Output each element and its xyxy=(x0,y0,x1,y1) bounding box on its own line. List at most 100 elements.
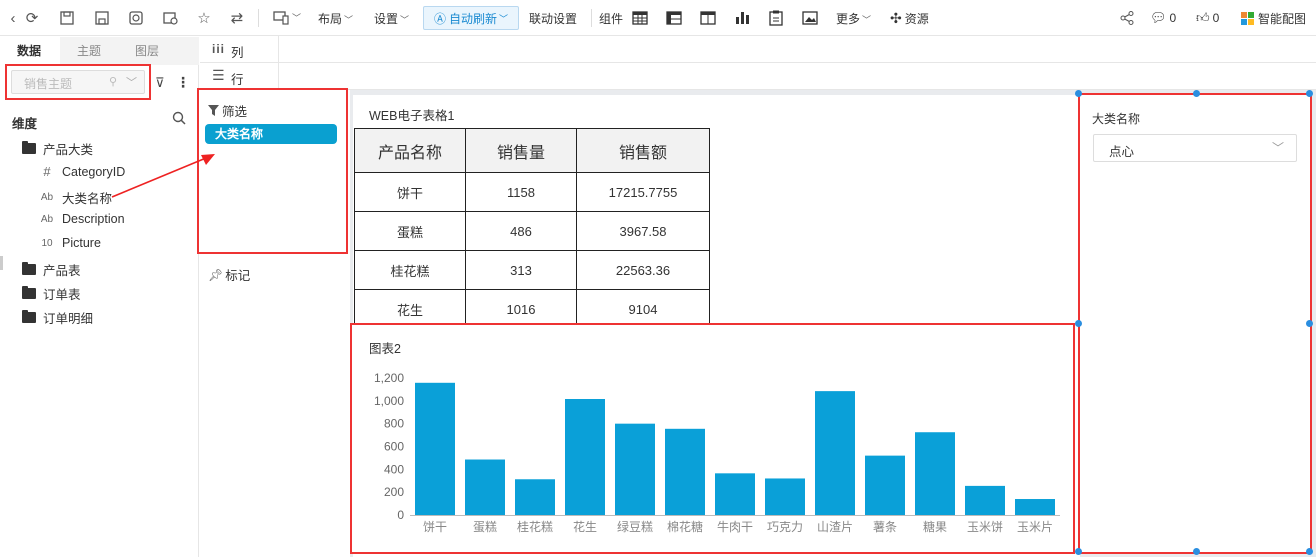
chart-panel[interactable]: 图表2 0 200 400 600 800 1,000 1,200 饼干 蛋糕 桂花糕 花生 绿豆糕棉… xyxy=(350,323,1075,554)
bar[interactable] xyxy=(465,459,505,515)
table-header: 产品名称 xyxy=(354,128,466,173)
table-title: WEB电子表格1 xyxy=(369,109,455,123)
resize-handle[interactable] xyxy=(1306,548,1313,555)
layout-menu[interactable]: 布局 ﹀ xyxy=(318,10,353,27)
tree-folder-orders[interactable]: 订单表 xyxy=(22,284,81,303)
table-cell[interactable]: 17215.7755 xyxy=(576,172,710,212)
comment-button[interactable]: 💬︎ 0 xyxy=(1150,10,1176,26)
bar[interactable] xyxy=(665,428,705,515)
x-tick-label: 花生 xyxy=(573,519,597,534)
category-combobox[interactable]: 点心 ﹀ xyxy=(1093,134,1297,162)
bar[interactable] xyxy=(765,478,805,515)
collapse-left-icon[interactable]: ‹ xyxy=(6,8,20,28)
more-vertical-icon[interactable]: ⋮ xyxy=(176,74,190,91)
tree-field-description[interactable]: Ab Description xyxy=(40,212,125,226)
table-cell[interactable]: 蛋糕 xyxy=(354,211,466,251)
annotation-arrow xyxy=(111,154,215,198)
save-as-icon[interactable] xyxy=(92,8,112,28)
bar[interactable] xyxy=(565,399,605,515)
tree-folder-products[interactable]: 产品表 xyxy=(22,260,81,279)
crosstab-icon[interactable] xyxy=(664,8,684,28)
columns-icon: iii xyxy=(212,42,226,56)
like-button[interactable]: 👍︎ 0 xyxy=(1196,10,1219,26)
filter-widget[interactable]: 大类名称 点心 ﹀ xyxy=(1078,93,1312,554)
share-icon[interactable] xyxy=(1117,8,1137,28)
report-icon[interactable] xyxy=(766,8,786,28)
tree-field-category-name[interactable]: Ab 大类名称 xyxy=(40,188,112,207)
bar[interactable] xyxy=(1015,499,1055,515)
table-cell[interactable]: 桂花糕 xyxy=(354,250,466,290)
tab-layers[interactable]: 图层 xyxy=(118,37,176,65)
search-icon[interactable] xyxy=(172,111,186,128)
auto-refresh-button[interactable]: Ⓐ 自动刷新 ﹀ xyxy=(423,6,519,30)
x-tick-label: 饼干 xyxy=(423,520,447,534)
freeform-table-icon[interactable] xyxy=(698,8,718,28)
resize-handle[interactable] xyxy=(1075,320,1082,327)
tree-field-picture[interactable]: 10 Picture xyxy=(40,236,100,250)
search-input[interactable]: 销售主题 ⚲ ﹀ xyxy=(11,70,145,94)
field-label: Description xyxy=(62,212,125,226)
auto-refresh-icon: Ⓐ xyxy=(433,11,446,26)
link-settings-button[interactable]: 联动设置 xyxy=(529,10,577,27)
bar[interactable] xyxy=(415,382,455,515)
filter-options-icon[interactable]: ⊽ xyxy=(155,75,165,91)
table-icon[interactable] xyxy=(630,8,650,28)
resize-handle[interactable] xyxy=(1306,90,1313,97)
resources-button[interactable]: ✣ 资源 xyxy=(890,10,929,27)
image-icon[interactable] xyxy=(800,8,820,28)
resize-handle[interactable] xyxy=(1193,548,1200,555)
filter-label: 筛选 xyxy=(222,105,248,119)
table-cell[interactable]: 饼干 xyxy=(354,172,466,212)
smart-config-button[interactable]: 智能配图 xyxy=(1241,10,1306,27)
tree-folder-order-details[interactable]: 订单明细 xyxy=(22,308,93,327)
favorite-star-icon[interactable]: ☆ xyxy=(194,8,214,28)
y-tick-label: 400 xyxy=(384,462,404,476)
thumbs-up-icon: 👍︎ xyxy=(1196,10,1210,25)
resize-handle[interactable] xyxy=(1193,90,1200,97)
table-cell[interactable]: 313 xyxy=(465,250,577,290)
bar[interactable] xyxy=(815,391,855,515)
resize-handle[interactable] xyxy=(1306,320,1313,327)
y-tick-label: 0 xyxy=(397,508,404,522)
table-header: 销售量 xyxy=(465,128,577,173)
tab-theme[interactable]: 主题 xyxy=(60,37,118,65)
table-cell[interactable]: 1158 xyxy=(465,172,577,212)
x-tick-label: 玉米片 xyxy=(1017,520,1053,534)
bar-chart-icon[interactable] xyxy=(732,8,752,28)
columns-shelf[interactable]: iii 列 xyxy=(200,36,1316,63)
save-icon[interactable] xyxy=(57,8,77,28)
schedule-icon[interactable] xyxy=(160,8,180,28)
device-icon[interactable] xyxy=(271,8,291,28)
share-link-icon[interactable]: ⇄ xyxy=(227,8,247,28)
chevron-down-icon[interactable]: ﹀ xyxy=(290,10,301,24)
bar[interactable] xyxy=(515,479,555,515)
chevron-down-icon: ﹀ xyxy=(1272,141,1285,155)
bar[interactable] xyxy=(915,432,955,515)
like-count: 0 xyxy=(1212,11,1220,25)
bar[interactable] xyxy=(615,423,655,515)
marks-label: 标记 xyxy=(225,269,251,283)
table-header-row: 产品名称 销售量 销售额 xyxy=(354,128,710,173)
filter-pill-category-name[interactable]: 大类名称 xyxy=(205,124,337,144)
tree-folder-category[interactable]: 产品大类 xyxy=(22,139,93,158)
more-menu[interactable]: 更多 ﹀ xyxy=(836,10,871,27)
rows-shelf[interactable]: ☰ 行 xyxy=(200,63,1316,90)
refresh-icon[interactable]: ⟳ xyxy=(22,8,42,28)
chevron-down-icon[interactable]: ﹀ xyxy=(126,74,137,90)
table-cell[interactable]: 486 xyxy=(465,211,577,251)
tab-data[interactable]: 数据 xyxy=(0,37,58,65)
resize-handle[interactable] xyxy=(1075,548,1082,555)
x-tick-label: 薯条 xyxy=(873,520,897,534)
table-row: 蛋糕 486 3967.58 xyxy=(354,211,710,251)
settings-menu[interactable]: 设置 ﹀ xyxy=(374,10,409,27)
components-label: 组件 xyxy=(599,12,624,26)
bar[interactable] xyxy=(715,473,755,515)
marks-shelf[interactable]: 📌︎ 标记 xyxy=(208,265,250,284)
table-cell[interactable]: 3967.58 xyxy=(576,211,710,251)
pin-icon: 📌︎ xyxy=(208,267,224,282)
resize-handle[interactable] xyxy=(1075,90,1082,97)
preview-icon[interactable] xyxy=(126,8,146,28)
bar[interactable] xyxy=(865,455,905,515)
table-cell[interactable]: 22563.36 xyxy=(576,250,710,290)
bar[interactable] xyxy=(965,485,1005,515)
